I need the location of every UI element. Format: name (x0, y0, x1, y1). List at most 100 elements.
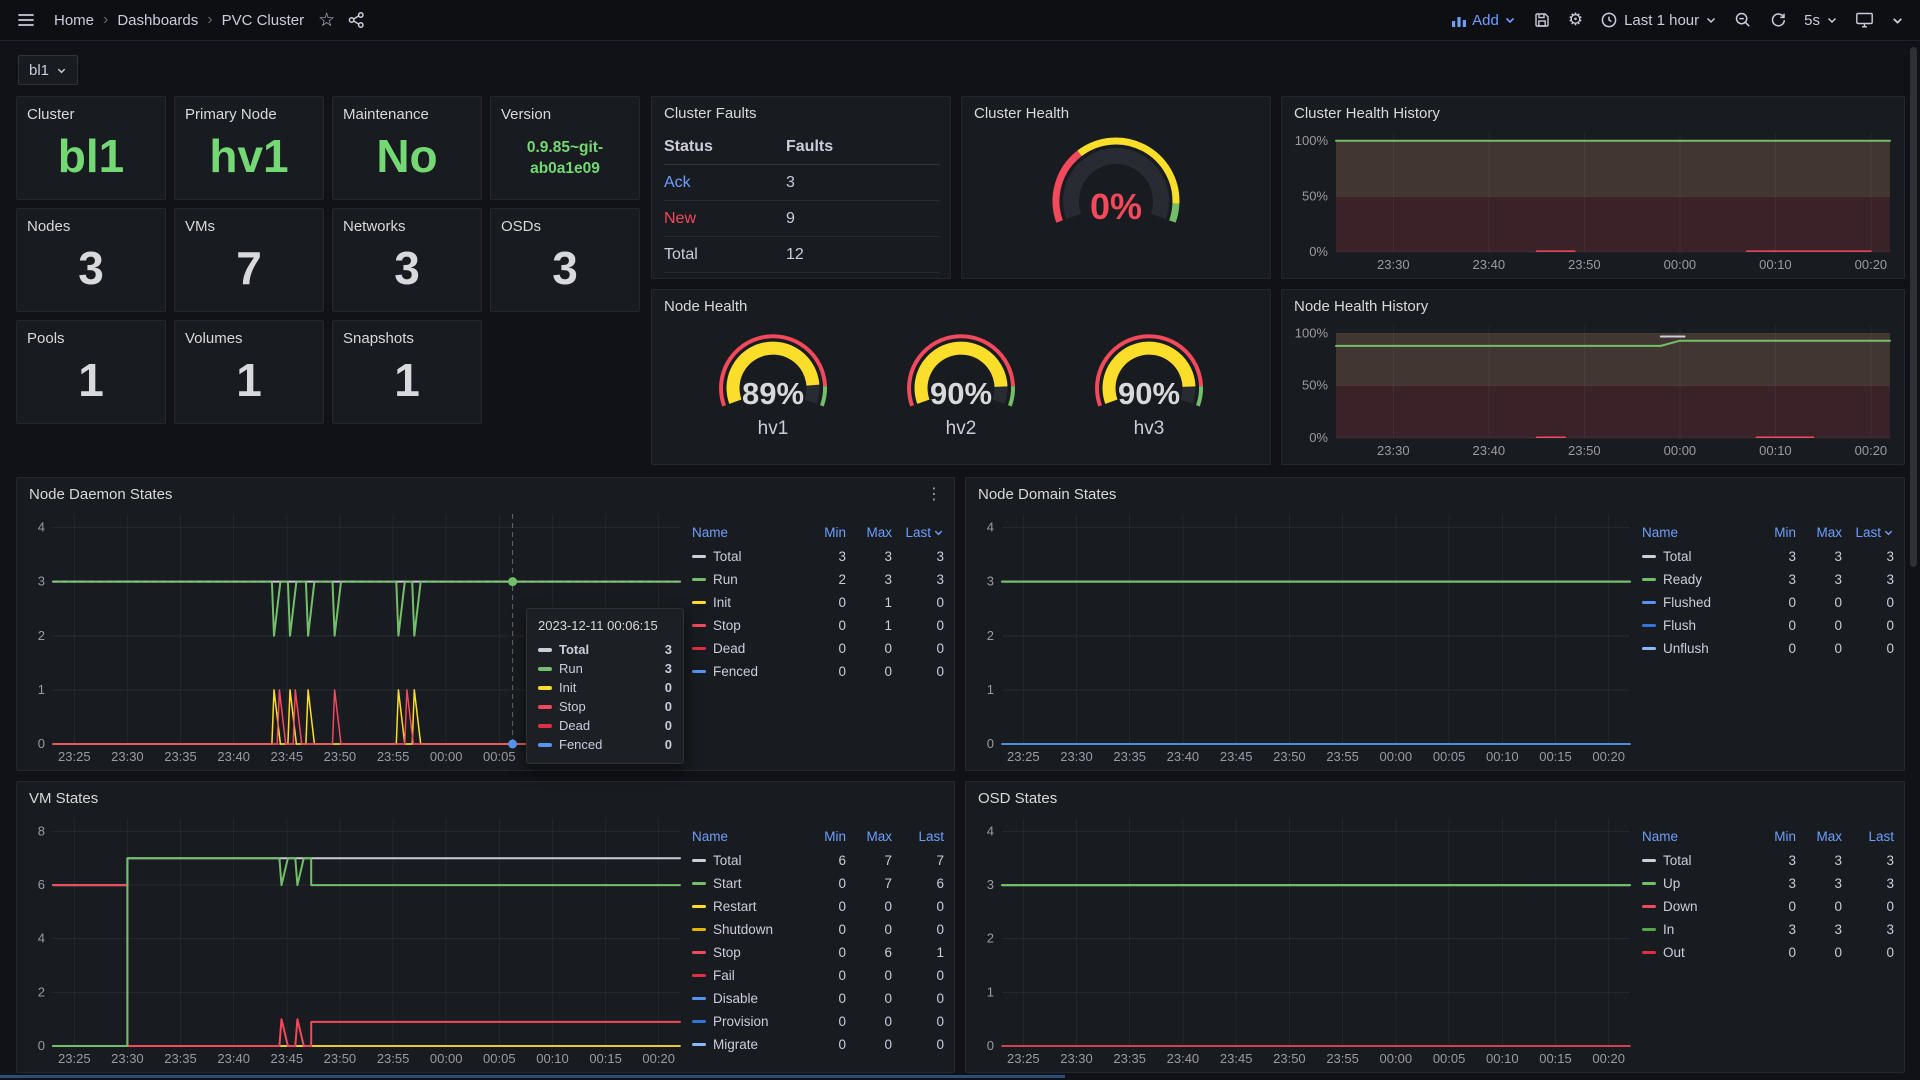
legend-series-toggle[interactable]: Migrate (692, 1037, 800, 1052)
legend-series-toggle[interactable]: Fail (692, 968, 800, 983)
panel-title[interactable]: VM States (17, 782, 954, 812)
time-range-picker[interactable]: Last 1 hour (1600, 11, 1717, 29)
node-domain-states-chart[interactable]: 0123423:2523:3023:3523:4023:4523:5023:55… (974, 508, 1636, 766)
legend-col-name[interactable]: Name (1642, 829, 1750, 844)
chevron-down-icon[interactable] (1891, 14, 1904, 27)
breadcrumb-current[interactable]: PVC Cluster (222, 12, 305, 29)
legend-series-toggle[interactable]: Shutdown (692, 922, 800, 937)
panel-title[interactable]: Cluster Health (962, 97, 1270, 127)
panel-title[interactable]: Cluster Faults (652, 97, 950, 127)
favorite-star-icon[interactable]: ☆ (318, 11, 335, 30)
zoom-out-icon[interactable] (1734, 11, 1752, 29)
settings-gear-icon[interactable]: ⚙ (1568, 12, 1583, 29)
legend-series-toggle[interactable]: Init (692, 595, 800, 610)
panel-title[interactable]: Networks (333, 209, 481, 235)
panel-title[interactable]: OSD States (966, 782, 1904, 812)
legend-series-toggle[interactable]: In (1642, 922, 1750, 937)
panel-menu-icon[interactable]: ⋮ (926, 486, 942, 502)
legend-col-min[interactable]: Min (1750, 525, 1796, 540)
legend-col-min[interactable]: Min (800, 829, 846, 844)
column-faults[interactable]: Faults (786, 138, 940, 156)
panel-title[interactable]: Cluster Health History (1282, 97, 1904, 127)
bottom-scroll-indicator[interactable] (0, 1075, 1065, 1078)
legend-col-name[interactable]: Name (692, 829, 800, 844)
panel-title[interactable]: Node Health (652, 290, 1270, 320)
panel-title[interactable]: Snapshots (333, 321, 481, 347)
panel-title[interactable]: OSDs (491, 209, 639, 235)
save-dashboard-icon[interactable] (1533, 11, 1551, 29)
fault-status-link[interactable]: Ack (664, 174, 786, 192)
gauge-label: hv3 (1074, 418, 1224, 440)
column-status[interactable]: Status (664, 138, 786, 156)
breadcrumb-home[interactable]: Home (54, 12, 94, 29)
hamburger-menu-icon[interactable] (16, 10, 36, 30)
osd-states-chart[interactable]: 0123423:2523:3023:3523:4023:4523:5023:55… (974, 812, 1636, 1068)
svg-text:23:50: 23:50 (1568, 257, 1601, 272)
svg-text:00:05: 00:05 (1433, 749, 1466, 764)
panel-title[interactable]: VMs (175, 209, 323, 235)
variable-dropdown[interactable]: bl1 (18, 55, 78, 85)
panel-title[interactable]: Node Health History (1282, 290, 1904, 320)
panel-title[interactable]: Pools (17, 321, 165, 347)
refresh-icon[interactable] (1769, 11, 1787, 29)
panel-title[interactable]: Node Daemon States (29, 486, 172, 503)
refresh-interval-dropdown[interactable]: 5s (1804, 12, 1838, 29)
legend-series-toggle[interactable]: Total (692, 549, 800, 564)
legend-col-last[interactable]: Last (1842, 525, 1894, 540)
legend-series-toggle[interactable]: Disable (692, 991, 800, 1006)
legend-col-last[interactable]: Last (892, 525, 944, 540)
legend-col-max[interactable]: Max (1796, 525, 1842, 540)
legend-series-toggle[interactable]: Unflush (1642, 641, 1750, 656)
legend-series-toggle[interactable]: Stop (692, 945, 800, 960)
panel-title[interactable]: Node Domain States (966, 478, 1904, 508)
legend-series-toggle[interactable]: Provision (692, 1014, 800, 1029)
monitor-icon[interactable] (1855, 11, 1874, 29)
panel-title[interactable]: Nodes (17, 209, 165, 235)
series-swatch (538, 648, 552, 652)
panel-node-daemon-states: Node Daemon States ⋮ 0123423:2523:3023:3… (16, 477, 955, 771)
legend-series-toggle[interactable]: Stop (692, 618, 800, 633)
legend-series-toggle[interactable]: Total (692, 853, 800, 868)
series-swatch (1642, 647, 1656, 650)
legend-col-min[interactable]: Min (1750, 829, 1796, 844)
legend-col-last[interactable]: Last (892, 829, 944, 844)
legend-series-toggle[interactable]: Flushed (1642, 595, 1750, 610)
add-panel-button[interactable]: Add (1451, 12, 1516, 29)
panel-title[interactable]: Maintenance (333, 97, 481, 123)
legend-series-toggle[interactable]: Flush (1642, 618, 1750, 633)
stat-panel-version: Version 0.9.85~git-ab0a1e09 (490, 96, 640, 200)
legend-col-last[interactable]: Last (1842, 829, 1894, 844)
node-daemon-states-chart[interactable]: 0123423:2523:3023:3523:4023:4523:5023:55… (25, 508, 686, 766)
panel-title[interactable]: Cluster (17, 97, 165, 123)
legend-series-toggle[interactable]: Ready (1642, 572, 1750, 587)
svg-text:23:30: 23:30 (1377, 257, 1410, 272)
legend-series-toggle[interactable]: Restart (692, 899, 800, 914)
share-icon[interactable] (347, 11, 365, 29)
legend-series-toggle[interactable]: Dead (692, 641, 800, 656)
legend-col-min[interactable]: Min (800, 525, 846, 540)
legend-col-name[interactable]: Name (692, 525, 800, 540)
fault-status-link[interactable]: Total (664, 246, 786, 264)
panel-title[interactable]: Primary Node (175, 97, 323, 123)
legend-series-toggle[interactable]: Total (1642, 853, 1750, 868)
legend-series-toggle[interactable]: Up (1642, 876, 1750, 891)
legend-col-name[interactable]: Name (1642, 525, 1750, 540)
legend-col-max[interactable]: Max (1796, 829, 1842, 844)
legend-series-toggle[interactable]: Fenced (692, 664, 800, 679)
fault-status-link[interactable]: New (664, 210, 786, 228)
cluster-health-history-chart[interactable]: 0%50%100%23:3023:4023:5000:0000:1000:20 (1290, 127, 1896, 274)
svg-text:23:25: 23:25 (1007, 749, 1040, 764)
legend-col-max[interactable]: Max (846, 829, 892, 844)
legend-col-max[interactable]: Max (846, 525, 892, 540)
node-health-history-chart[interactable]: 0%50%100%23:3023:4023:5000:0000:1000:20 (1290, 320, 1896, 460)
breadcrumb-dashboards[interactable]: Dashboards (117, 12, 198, 29)
legend-series-toggle[interactable]: Start (692, 876, 800, 891)
legend-series-toggle[interactable]: Total (1642, 549, 1750, 564)
legend-series-toggle[interactable]: Down (1642, 899, 1750, 914)
legend-series-toggle[interactable]: Out (1642, 945, 1750, 960)
panel-title[interactable]: Version (491, 97, 639, 123)
legend-series-toggle[interactable]: Run (692, 572, 800, 587)
vm-states-chart[interactable]: 0246823:2523:3023:3523:4023:4523:5023:55… (25, 812, 686, 1068)
vertical-scrollbar[interactable] (1910, 47, 1917, 567)
panel-title[interactable]: Volumes (175, 321, 323, 347)
